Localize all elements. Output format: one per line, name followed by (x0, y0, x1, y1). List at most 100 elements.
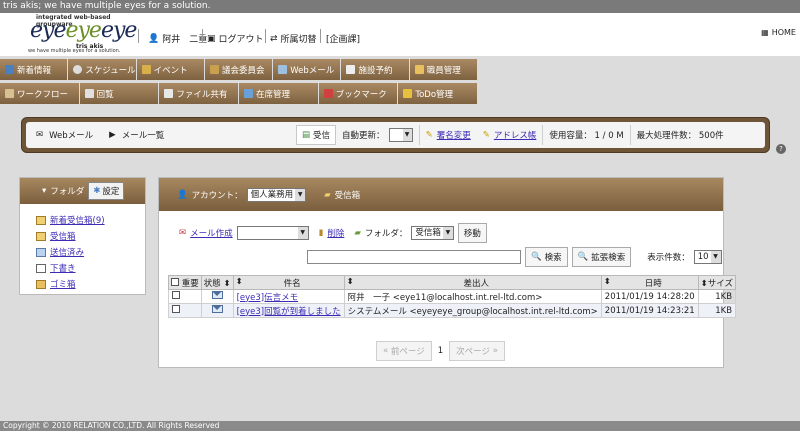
menu-facility[interactable]: 施設予約 (341, 59, 409, 80)
menu-schedule[interactable]: スケジュール (68, 59, 136, 80)
mail-subject[interactable]: [eye3]回覧が到着しました (237, 307, 341, 317)
facility-icon (346, 65, 356, 74)
select-all-checkbox[interactable] (171, 277, 179, 286)
delete-link[interactable]: 削除 (327, 227, 344, 239)
divider (265, 29, 266, 43)
folder-settings-button[interactable]: ✱ 設定 (88, 182, 125, 200)
display-count-label: 表示件数： (647, 253, 690, 263)
mail-size: 1KB (697, 303, 737, 318)
col-date[interactable]: ⬍ 日時 (600, 275, 699, 290)
row-checkbox[interactable] (172, 291, 180, 299)
mail-size: 1KB (697, 289, 737, 304)
envelope-icon (211, 291, 223, 299)
col-important[interactable]: 重要 (168, 275, 202, 290)
signature-link[interactable]: ✎ 署名変更 (418, 125, 477, 145)
user-icon: 👤 (177, 189, 188, 200)
trash-icon (36, 279, 46, 289)
folder-label: フォルダ： (364, 229, 408, 239)
next-page-button[interactable]: 次ページ » (449, 341, 505, 361)
mail-from: システムメール <eyeyeye_group@localhost.int.rel… (343, 303, 602, 318)
workflow-icon (5, 89, 14, 98)
draft-icon (36, 263, 46, 273)
search-button[interactable]: 🔍 検索 (525, 247, 568, 267)
breadcrumb-page: メール一覧 (121, 131, 165, 141)
col-status[interactable]: 状態 ⬍ (200, 275, 234, 290)
menu-news[interactable]: 新着情報 (0, 59, 68, 80)
address-book-link[interactable]: ✎ アドレス帳 (477, 125, 543, 145)
pagination: « 前ページ 1 次ページ » (376, 341, 505, 361)
circular-icon (84, 89, 94, 98)
current-user: 👤 阿井 二重 (148, 33, 208, 46)
col-from[interactable]: ⬍ 差出人 (343, 275, 602, 290)
switch-dept-link[interactable]: ⇄ 所属切替 (270, 32, 317, 46)
window-title: tris akis; we have multiple eyes for a s… (0, 0, 800, 13)
home-link[interactable]: ▦ HOME (761, 28, 796, 37)
search-icon: 🔍 (531, 252, 542, 262)
sort-icon: ⬍ (223, 278, 231, 289)
folder-item-sent[interactable]: 送信済み (36, 244, 145, 260)
folder-icon (36, 231, 46, 241)
menu-fileshare[interactable]: ファイル共有 (159, 83, 239, 104)
envelope-icon (211, 305, 223, 313)
menu-presence[interactable]: 在席管理 (239, 83, 318, 104)
logout-link[interactable]: ▣ ログアウト (207, 32, 264, 46)
switch-icon: ⇄ (270, 33, 278, 44)
account-select[interactable]: 個人業務用 (246, 187, 307, 202)
menu-webmail[interactable]: Webメール (273, 59, 341, 80)
search-row: 🔍 検索 🔍 拡張検索 表示件数： 10 (307, 247, 722, 267)
caret-down-icon: ▾ (42, 186, 47, 196)
col-size[interactable]: ⬍サイズ (697, 275, 737, 290)
col-subject[interactable]: ⬍ 件名 (232, 275, 345, 290)
compose-select[interactable] (236, 226, 309, 240)
row-checkbox[interactable] (172, 305, 180, 313)
pencil-icon: ✎ (482, 130, 490, 140)
divider (320, 29, 321, 43)
mail-subject[interactable]: [eye3]伝言メモ (237, 293, 299, 303)
search-input[interactable] (307, 250, 521, 264)
folder-item-drafts[interactable]: 下書き (36, 260, 145, 276)
action-row: ✉ メール作成 ▮ 削除 ▰ フォルダ： 受信箱 移動 (179, 223, 487, 243)
prev-page-button[interactable]: « 前ページ (376, 341, 432, 361)
table-row[interactable]: [eye3]伝言メモ 阿井 一子 <eye11@localhost.int.re… (168, 289, 737, 304)
usage-text: 使用容量： 1 / 0 M (542, 125, 629, 145)
chevron-right-icon: ▶ (109, 130, 116, 140)
advanced-search-button[interactable]: 🔍 拡張検索 (571, 247, 632, 267)
table-row[interactable]: [eye3]回覧が到着しました システムメール <eyeyeye_group@l… (168, 303, 737, 318)
folder-item-inbox[interactable]: 受信箱 (36, 228, 145, 244)
compose-icon: ✉ (179, 228, 187, 238)
menu-staff[interactable]: 職員管理 (409, 59, 477, 80)
todo-icon (403, 89, 413, 98)
compose-link[interactable]: メール作成 (190, 227, 233, 239)
mail-icon (278, 65, 288, 74)
logo-wordmark: eyeeyeeye (30, 18, 137, 43)
sort-icon: ⬍ (700, 278, 708, 289)
account-label: アカウント： (191, 190, 243, 201)
auto-update-select[interactable] (388, 128, 413, 142)
breadcrumb-app[interactable]: Webメール (49, 129, 93, 141)
menu-committee[interactable]: 議会委員会 (204, 59, 273, 80)
display-count-select[interactable]: 10 (693, 250, 722, 264)
menu-workflow[interactable]: ワークフロー (0, 83, 79, 104)
pencil-icon: ✎ (425, 130, 433, 140)
logo[interactable]: integrated web-based groupware eyeeyeeye… (28, 13, 140, 56)
trash-icon: ▮ (318, 228, 324, 238)
move-button[interactable]: 移動 (457, 223, 487, 243)
sort-icon: ⬍ (603, 276, 611, 287)
double-chevron-right-icon: » (492, 346, 498, 356)
mail-list-panel: 👤 アカウント： 個人業務用 ▰ 受信箱 ✉ メール作成 ▮ 削除 ▰ フォルダ… (158, 177, 737, 368)
menu-todo[interactable]: ToDo管理 (398, 83, 478, 104)
menu-circular[interactable]: 回覧 (79, 83, 159, 104)
folder-item-new[interactable]: 新着受信箱(9) (36, 212, 145, 228)
folder-move-icon: ▰ (354, 228, 361, 238)
menu-bookmark[interactable]: ブックマーク (318, 83, 398, 104)
clock-icon (73, 65, 83, 74)
double-chevron-left-icon: « (383, 346, 389, 356)
breadcrumb: ✉ Webメール ▶ メール一覧 (26, 129, 296, 141)
presence-icon (244, 89, 254, 98)
menu-event[interactable]: イベント (136, 59, 204, 80)
folder-select[interactable]: 受信箱 (411, 226, 454, 240)
folder-item-trash[interactable]: ゴミ箱 (36, 276, 145, 292)
help-icon[interactable]: ? (776, 144, 786, 154)
receive-button[interactable]: ▤ 受信 (296, 125, 337, 145)
sent-icon (36, 247, 46, 257)
